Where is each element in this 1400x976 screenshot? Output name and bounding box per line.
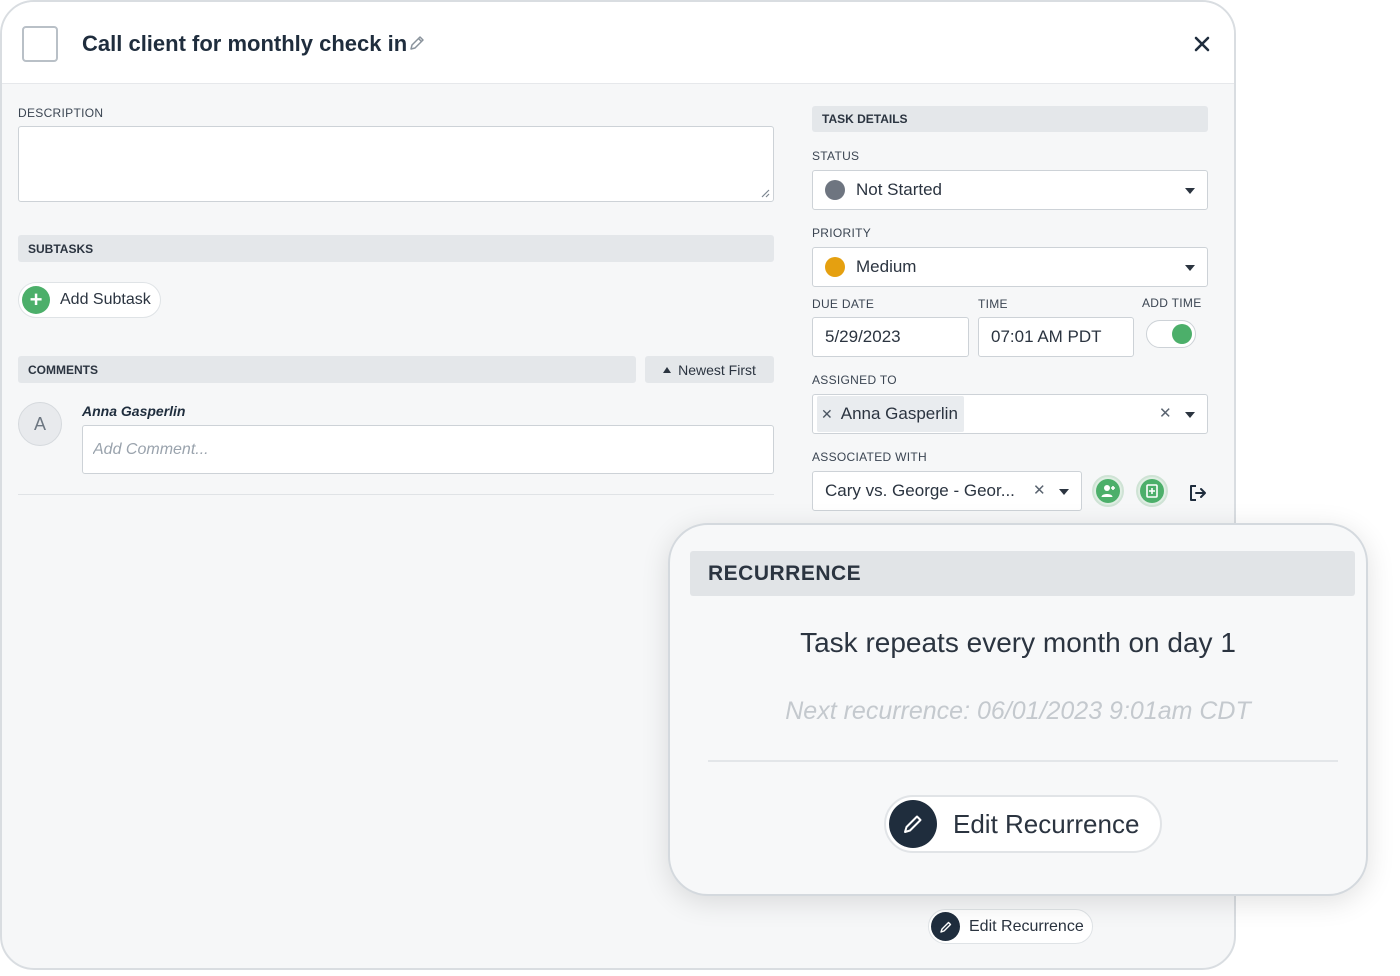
divider: [18, 494, 774, 495]
plus-icon: +: [22, 286, 50, 314]
caret-up-icon: [663, 366, 672, 373]
add-time-toggle[interactable]: [1146, 320, 1196, 348]
add-matter-icon: [1140, 479, 1164, 503]
time-input[interactable]: [978, 317, 1134, 357]
modal-header: Call client for monthly check in: [2, 2, 1234, 84]
pencil-icon[interactable]: [408, 34, 426, 52]
pencil-circle-icon: [931, 912, 960, 941]
recurrence-card: RECURRENCE Task repeats every month on d…: [668, 523, 1368, 896]
edit-recurrence-label: Edit Recurrence: [953, 808, 1140, 839]
description-textarea[interactable]: [18, 126, 774, 202]
comments-label: COMMENTS: [28, 362, 98, 377]
pencil-icon: [904, 815, 922, 833]
edit-recurrence-button-small[interactable]: Edit Recurrence: [928, 909, 1093, 944]
close-icon[interactable]: [1192, 34, 1212, 54]
chevron-down-icon: [1185, 412, 1195, 418]
subtasks-label: SUBTASKS: [28, 241, 94, 256]
status-value: Not Started: [856, 180, 942, 199]
task-complete-checkbox[interactable]: [22, 26, 58, 62]
associated-with-label: ASSOCIATED WITH: [812, 450, 927, 464]
task-details-section-bar: TASK DETAILS: [812, 106, 1208, 132]
clear-icon[interactable]: ✕: [1033, 481, 1046, 499]
pencil-icon: [939, 921, 951, 933]
associated-value: Cary vs. George - Geor...: [825, 481, 1015, 500]
task-details-label: TASK DETAILS: [822, 112, 908, 126]
recurrence-section-bar: RECURRENCE: [690, 551, 1355, 596]
recurrence-title: RECURRENCE: [708, 561, 862, 585]
add-contact-button[interactable]: [1092, 475, 1124, 507]
document-add-icon: [1146, 484, 1158, 498]
recurrence-summary: Task repeats every month on day 1: [800, 627, 1236, 658]
time-label: TIME: [978, 297, 1008, 311]
description-label: DESCRIPTION: [18, 106, 104, 120]
task-title: Call client for monthly check in: [82, 31, 408, 56]
clear-icon[interactable]: ✕: [1159, 404, 1172, 422]
status-dot-icon: [825, 180, 845, 200]
add-subtask-label: Add Subtask: [60, 291, 151, 308]
priority-label: PRIORITY: [812, 226, 872, 240]
status-label: STATUS: [812, 149, 860, 163]
due-date-label: DUE DATE: [812, 297, 875, 311]
add-subtask-button[interactable]: + Add Subtask: [18, 282, 161, 318]
comment-author-name: Anna Gasperlin: [82, 403, 186, 419]
assignee-chip: ✕ Anna Gasperlin: [817, 396, 964, 432]
resize-grip-icon[interactable]: [760, 188, 770, 198]
add-contact-icon: [1096, 479, 1120, 503]
remove-chip-icon[interactable]: ✕: [821, 406, 833, 423]
sort-order-label: Newest First: [678, 361, 756, 378]
unlink-icon[interactable]: [1187, 482, 1209, 504]
priority-select[interactable]: Medium: [812, 247, 1208, 287]
pencil-circle-icon: [889, 800, 937, 848]
comments-section-bar: COMMENTS: [18, 356, 636, 383]
assignee-chip-label: Anna Gasperlin: [840, 404, 958, 423]
associated-with-select[interactable]: Cary vs. George - Geor... ✕: [812, 471, 1082, 511]
divider: [708, 760, 1338, 762]
comment-input[interactable]: [82, 425, 774, 474]
priority-dot-icon: [825, 257, 845, 277]
due-date-input[interactable]: [812, 317, 969, 357]
edit-recurrence-button[interactable]: Edit Recurrence: [884, 795, 1162, 853]
person-add-icon: [1101, 485, 1115, 497]
chevron-down-icon: [1185, 265, 1195, 271]
chevron-down-icon: [1059, 489, 1069, 495]
add-matter-button[interactable]: [1136, 475, 1168, 507]
next-recurrence: Next recurrence: 06/01/2023 9:01am CDT: [785, 697, 1251, 725]
assigned-to-select[interactable]: ✕ Anna Gasperlin ✕: [812, 394, 1208, 434]
edit-recurrence-label-small: Edit Recurrence: [969, 917, 1084, 935]
subtasks-section-bar: SUBTASKS: [18, 235, 774, 262]
priority-value: Medium: [856, 257, 917, 276]
chevron-down-icon: [1185, 188, 1195, 194]
toggle-knob: [1172, 324, 1192, 344]
add-time-label: ADD TIME: [1142, 296, 1202, 310]
assigned-to-label: ASSIGNED TO: [812, 373, 897, 387]
avatar: A: [18, 402, 62, 446]
status-select[interactable]: Not Started: [812, 170, 1208, 210]
sort-order-button[interactable]: Newest First: [645, 356, 774, 383]
